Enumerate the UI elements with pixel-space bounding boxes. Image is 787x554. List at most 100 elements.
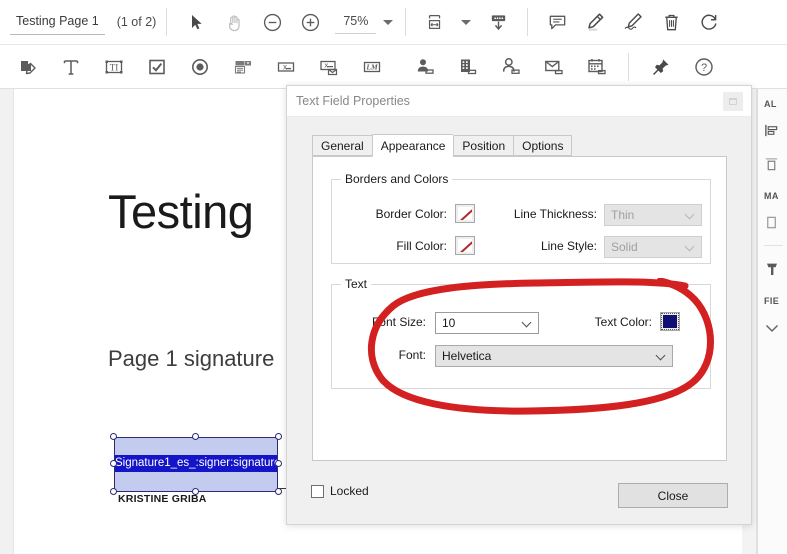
chevron-down-icon: [684, 241, 695, 252]
zoom-level-display[interactable]: 75%: [335, 11, 377, 34]
borders-group-legend: Borders and Colors: [341, 172, 453, 186]
chevron-down-icon: [521, 317, 532, 328]
line-thickness-label: Line Thickness:: [513, 207, 597, 221]
hammer-tool-icon[interactable]: [758, 252, 787, 286]
svg-text:TI: TI: [109, 62, 118, 72]
border-color-swatch[interactable]: [455, 204, 475, 223]
trash-icon[interactable]: [654, 5, 688, 39]
tab-position[interactable]: Position: [453, 135, 514, 156]
line-style-select[interactable]: Solid: [604, 236, 702, 258]
text-group-legend: Text: [341, 277, 372, 291]
sidebar-heading-align: AL: [764, 99, 777, 109]
distribute-icon[interactable]: [758, 147, 787, 181]
plus-circle-icon[interactable]: [293, 5, 327, 39]
download-icon[interactable]: [481, 5, 515, 39]
sidebar-heading-fields: FIE: [764, 296, 780, 306]
font-size-select[interactable]: 10: [435, 312, 539, 334]
checkbox-field-icon[interactable]: [135, 48, 178, 86]
toolbar-divider-3: [527, 8, 529, 36]
field-tools-toolbar: TI x x LM ?: [0, 45, 787, 89]
cursor-arrow-icon[interactable]: [179, 5, 213, 39]
chevron-down-icon[interactable]: [758, 310, 787, 338]
stamp-field-icon[interactable]: x: [307, 48, 350, 86]
tab-appearance[interactable]: Appearance: [371, 134, 454, 157]
line-style-label: Line Style:: [540, 239, 597, 253]
svg-text:x: x: [324, 60, 328, 69]
line-thickness-select[interactable]: Thin: [604, 204, 702, 226]
resize-handle-se[interactable]: [275, 488, 282, 495]
fit-options-chevron-icon[interactable]: [461, 19, 472, 25]
job-title-icon[interactable]: [489, 48, 532, 86]
locked-checkbox[interactable]: [311, 484, 324, 498]
page-count-label: (1 of 2): [116, 15, 157, 29]
lm-field-icon[interactable]: LM: [350, 48, 393, 86]
sign-pen-icon[interactable]: [616, 5, 650, 39]
border-color-label: Border Color:: [375, 207, 447, 221]
toolbar-divider-4: [628, 52, 629, 81]
comment-icon[interactable]: [540, 5, 574, 39]
text-field-icon[interactable]: [49, 48, 92, 86]
locked-checkbox-row[interactable]: Locked: [311, 484, 369, 498]
top-toolbar: Testing Page 1 (1 of 2) 75%: [0, 0, 787, 45]
text-field-properties-dialog[interactable]: Text Field Properties General Appearance…: [286, 85, 752, 525]
align-left-icon[interactable]: [758, 113, 787, 147]
font-size-label: Font Size:: [371, 315, 426, 329]
toolbar-divider-1: [166, 8, 168, 36]
dialog-restore-button[interactable]: [723, 92, 743, 111]
font-value: Helvetica: [442, 349, 492, 363]
chevron-down-icon[interactable]: [383, 19, 394, 25]
line-style-value: Solid: [611, 240, 638, 254]
textbox-field-icon[interactable]: TI: [92, 48, 135, 86]
toolbar-divider-2: [405, 8, 407, 36]
dropdown-field-icon[interactable]: [221, 48, 264, 86]
help-circle-icon[interactable]: ?: [682, 48, 725, 86]
signer-name-label: KRISTINE GRIBA: [118, 493, 207, 505]
close-button[interactable]: Close: [618, 483, 728, 508]
locked-label: Locked: [330, 484, 369, 498]
resize-handle-sw[interactable]: [110, 488, 117, 495]
svg-text:x: x: [283, 62, 287, 71]
signature-field-icon[interactable]: [6, 48, 49, 86]
initials-field-icon[interactable]: x: [264, 48, 307, 86]
minus-circle-icon[interactable]: [255, 5, 289, 39]
dialog-titlebar[interactable]: Text Field Properties: [287, 86, 751, 117]
resize-handle-e[interactable]: [275, 460, 282, 467]
resize-handle-w[interactable]: [110, 460, 117, 467]
radio-field-icon[interactable]: [178, 48, 221, 86]
rotate-icon[interactable]: [692, 5, 726, 39]
email-icon[interactable]: [532, 48, 575, 86]
highlighter-icon[interactable]: [578, 5, 612, 39]
page-title: Testing: [108, 185, 254, 238]
match-size-icon[interactable]: [758, 205, 787, 239]
fill-color-swatch[interactable]: [455, 236, 475, 255]
hand-icon[interactable]: [217, 5, 251, 39]
pin-icon[interactable]: [639, 48, 682, 86]
chevron-down-icon: [655, 350, 666, 361]
sidebar-divider: [764, 245, 783, 246]
svg-text:LM: LM: [365, 62, 378, 71]
fit-width-icon[interactable]: [418, 5, 452, 39]
tab-general[interactable]: General: [312, 135, 372, 156]
document-tab[interactable]: Testing Page 1: [10, 10, 105, 35]
svg-text:?: ?: [700, 62, 706, 74]
chevron-down-icon: [684, 209, 695, 220]
dialog-title: Text Field Properties: [296, 94, 410, 108]
font-select[interactable]: Helvetica: [435, 345, 673, 367]
text-group: Text Font Size: 10 Text Color: Font: Hel…: [331, 277, 711, 389]
restore-icon: [729, 98, 737, 105]
no-color-indicator: [458, 207, 472, 220]
signature-field-selection[interactable]: Signature1_es_:signer:signature: [110, 433, 282, 495]
resize-handle-nw[interactable]: [110, 433, 117, 440]
text-color-swatch[interactable]: [660, 312, 680, 331]
calendar-icon[interactable]: [575, 48, 618, 86]
tab-options[interactable]: Options: [513, 135, 573, 156]
left-gutter: [0, 89, 14, 554]
resize-handle-n[interactable]: [192, 433, 199, 440]
signer-name-icon[interactable]: [403, 48, 446, 86]
right-sidebar[interactable]: AL MA FIE: [757, 89, 787, 554]
page-subtitle: Page 1 signature: [108, 346, 275, 371]
company-icon[interactable]: [446, 48, 489, 86]
fill-color-label: Fill Color:: [396, 239, 447, 253]
resize-handle-ne[interactable]: [275, 433, 282, 440]
borders-and-colors-group: Borders and Colors Border Color: Line Th…: [331, 172, 711, 264]
